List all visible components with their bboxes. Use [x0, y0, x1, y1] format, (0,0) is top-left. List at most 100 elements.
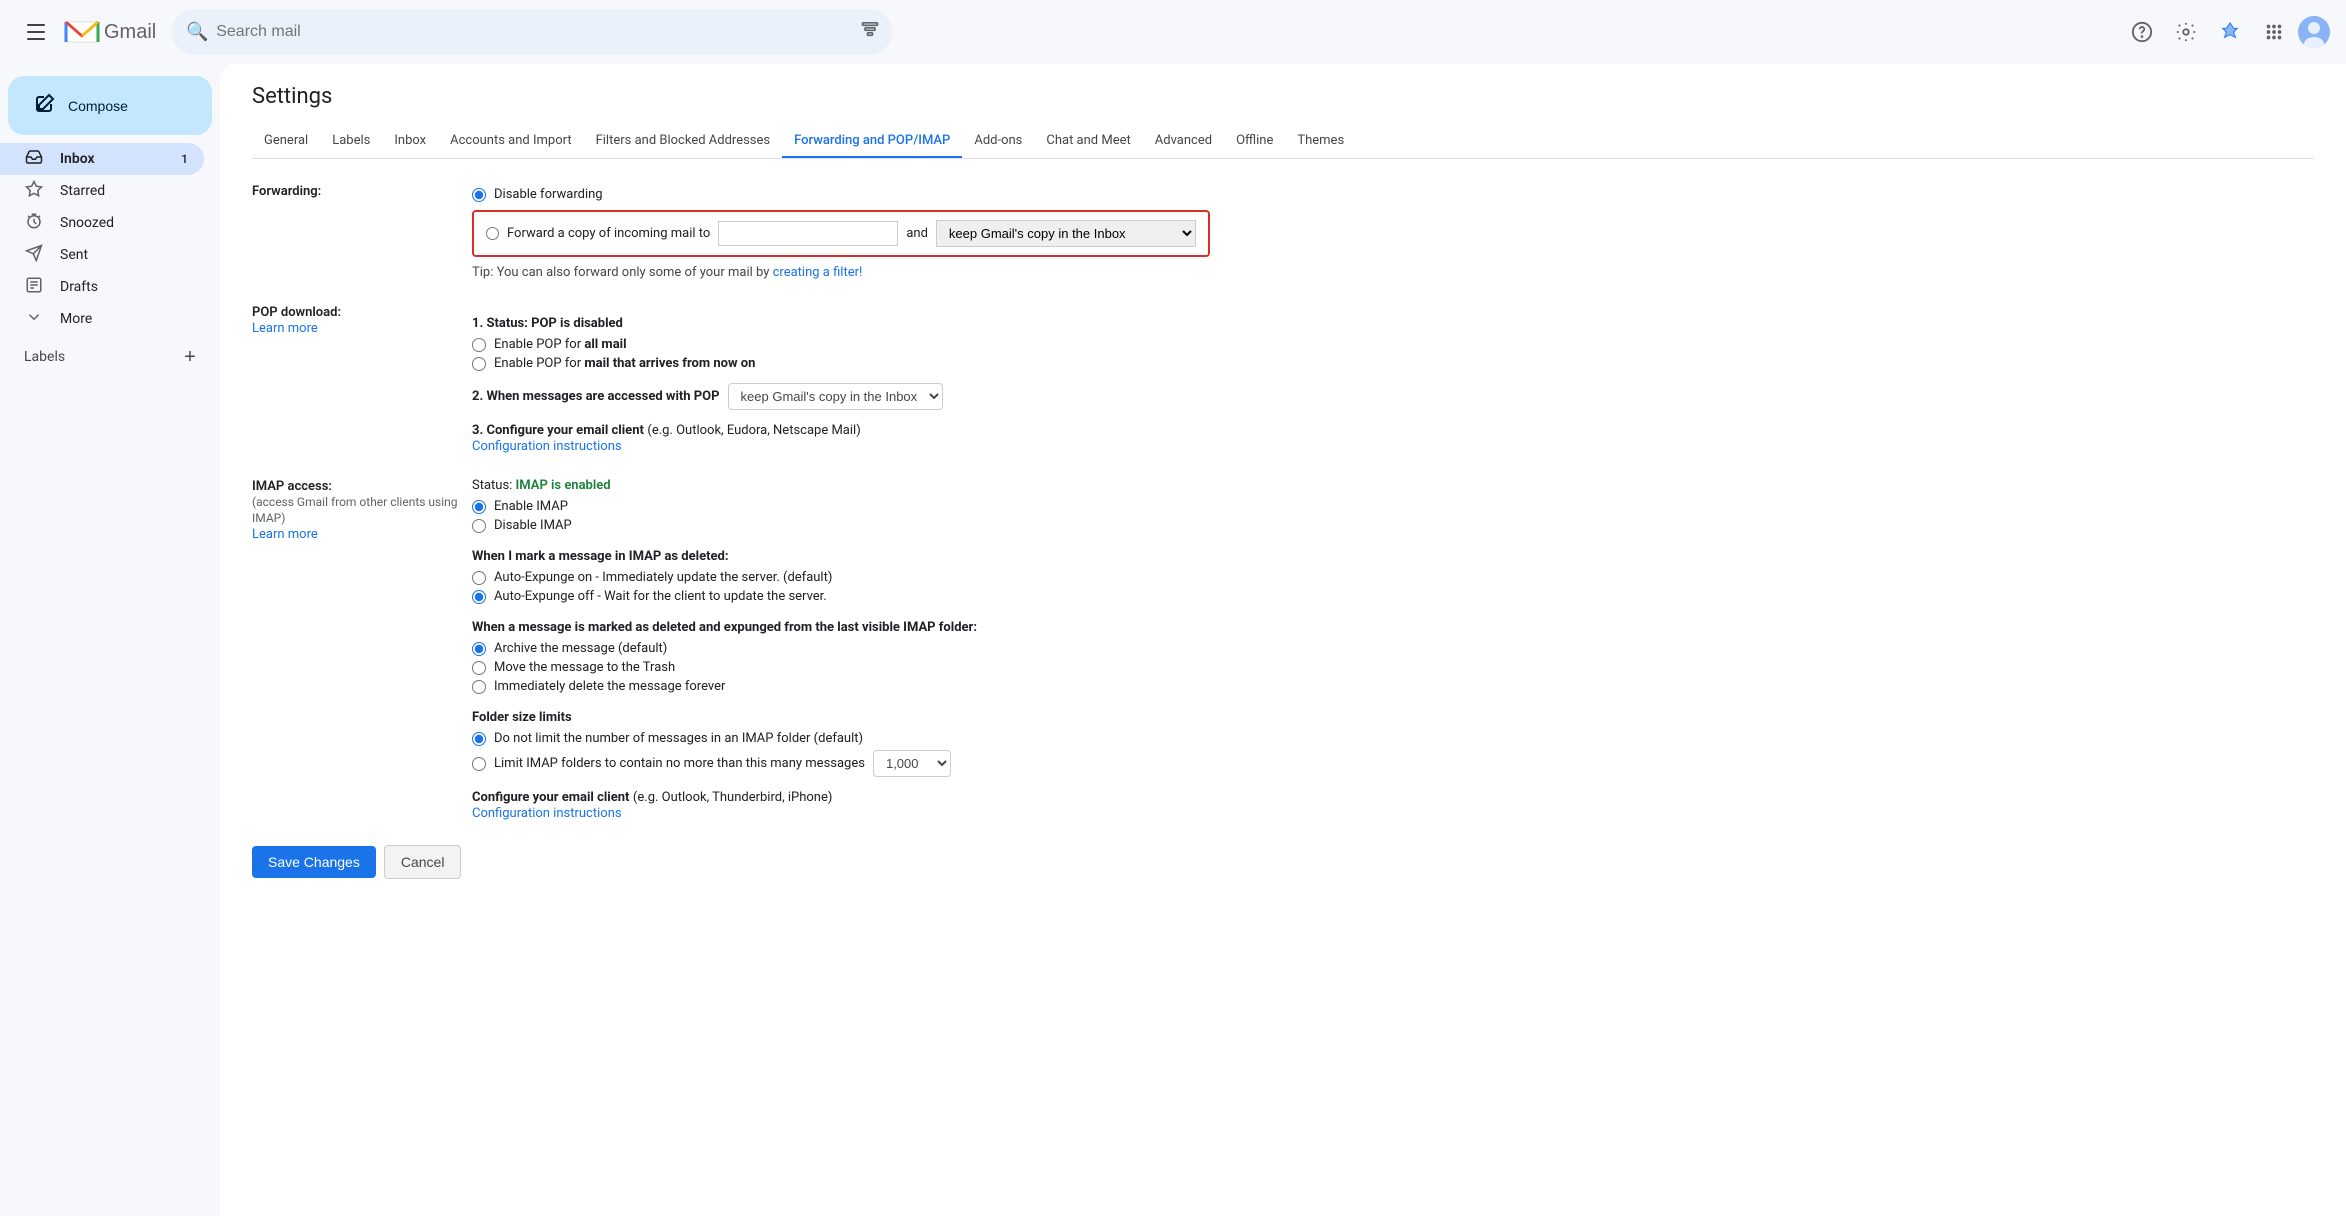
compose-label: Compose [68, 98, 128, 114]
pop-enable-all-label: Enable POP for all mail [494, 337, 627, 352]
sidebar-item-more[interactable]: More [0, 303, 204, 335]
assistant-button[interactable] [2210, 12, 2250, 52]
imap-controls: Status: IMAP is enabled Enable IMAP Disa… [472, 478, 2314, 821]
gmail-logo: Gmail [64, 18, 156, 46]
labels-header: Labels + [0, 335, 220, 375]
imap-enable-option: Enable IMAP [472, 499, 2314, 514]
tab-themes[interactable]: Themes [1285, 125, 1356, 159]
pop-config-link[interactable]: Configuration instructions [472, 439, 622, 454]
inbox-badge: 1 [181, 152, 188, 166]
labels-title: Labels [24, 349, 65, 365]
sidebar-item-snoozed[interactable]: Snoozed [0, 207, 204, 239]
compose-icon [32, 92, 56, 119]
imap-limit-select[interactable]: 1,000 2,000 5,000 10,000 [873, 750, 951, 777]
disable-forwarding-option: Disable forwarding [472, 187, 2314, 202]
forwarding-label-col: Forwarding: [252, 183, 472, 280]
imap-archive-label: Archive the message (default) [494, 641, 667, 656]
tab-addons[interactable]: Add-ons [962, 125, 1034, 159]
pop-learn-more-link[interactable]: Learn more [252, 321, 318, 336]
imap-disable-label: Disable IMAP [494, 518, 572, 533]
imap-label: IMAP access: [252, 479, 332, 494]
imap-enable-radio[interactable] [472, 500, 486, 514]
top-bar: Gmail 🔍 [0, 0, 2346, 64]
add-label-button[interactable]: + [176, 343, 204, 371]
forwarding-label: Forwarding: [252, 184, 321, 199]
tab-offline[interactable]: Offline [1224, 125, 1285, 159]
tab-accounts[interactable]: Accounts and Import [438, 125, 583, 159]
imap-disable-option: Disable IMAP [472, 518, 2314, 533]
forward-copy-label: Forward a copy of incoming mail to [507, 226, 710, 241]
pop-enable-new-label: Enable POP for mail that arrives from no… [494, 356, 755, 371]
star-icon [24, 180, 44, 203]
tab-forwarding[interactable]: Forwarding and POP/IMAP [782, 125, 962, 159]
imap-folder-title: Folder size limits [472, 710, 2314, 725]
imap-deleted-title: When I mark a message in IMAP as deleted… [472, 549, 2314, 564]
buttons-row: Save Changes Cancel [252, 845, 2314, 911]
pop-when-accessed-select[interactable]: keep Gmail's copy in the Inbox archive G… [728, 383, 943, 410]
pop-enable-all-radio[interactable] [472, 338, 486, 352]
imap-delete-option: Immediately delete the message forever [472, 679, 2314, 694]
disable-forwarding-radio[interactable] [472, 188, 486, 202]
search-options-button[interactable] [860, 20, 880, 45]
clock-icon [24, 212, 44, 235]
sidebar-label-starred: Starred [60, 183, 188, 199]
imap-expunge-off-radio[interactable] [472, 590, 486, 604]
imap-label-col: IMAP access: (access Gmail from other cl… [252, 478, 472, 821]
forward-copy-box: Forward a copy of incoming mail to and k… [472, 210, 1210, 257]
imap-sublabel: (access Gmail from other clients using I… [252, 495, 458, 525]
tab-general[interactable]: General [252, 125, 320, 159]
imap-trash-label: Move the message to the Trash [494, 660, 675, 675]
tab-chat[interactable]: Chat and Meet [1034, 125, 1142, 159]
forward-copy-radio[interactable] [486, 227, 499, 240]
imap-delete-radio[interactable] [472, 680, 486, 694]
imap-limit-option: Limit IMAP folders to contain no more th… [472, 750, 2314, 777]
imap-expunge-on-radio[interactable] [472, 571, 486, 585]
imap-archive-radio[interactable] [472, 642, 486, 656]
settings-title: Settings [252, 84, 2314, 109]
pop-enable-new-radio[interactable] [472, 357, 486, 371]
creating-filter-link[interactable]: creating a filter! [773, 265, 863, 280]
imap-config-link[interactable]: Configuration instructions [472, 806, 622, 821]
tab-labels[interactable]: Labels [320, 125, 382, 159]
pop-when-accessed-label: 2. When messages are accessed with POP [472, 389, 720, 404]
tab-advanced[interactable]: Advanced [1143, 125, 1224, 159]
imap-no-limit-radio[interactable] [472, 732, 486, 746]
sidebar-item-sent[interactable]: Sent [0, 239, 204, 271]
imap-disable-radio[interactable] [472, 519, 486, 533]
sidebar-label-drafts: Drafts [60, 279, 188, 295]
sidebar-item-drafts[interactable]: Drafts [0, 271, 204, 303]
imap-status-row: Status: IMAP is enabled [472, 478, 2314, 493]
pop-label: POP download: [252, 305, 341, 320]
imap-learn-more-link[interactable]: Learn more [252, 527, 318, 542]
sidebar-item-starred[interactable]: Starred [0, 175, 204, 207]
pop-controls: 1. Status: POP is disabled Enable POP fo… [472, 304, 2314, 454]
avatar[interactable] [2298, 16, 2330, 48]
search-input[interactable] [172, 9, 892, 55]
imap-limit-radio[interactable] [472, 757, 486, 771]
forwarding-row: Forwarding: Disable forwarding Forward a… [252, 183, 2314, 280]
sidebar-item-inbox[interactable]: Inbox 1 [0, 143, 204, 175]
settings-button[interactable] [2166, 12, 2206, 52]
imap-status-value: IMAP is enabled [516, 478, 611, 493]
pop-status-label: 1. Status: POP is disabled [472, 316, 2314, 331]
hamburger-button[interactable] [16, 12, 56, 52]
gmail-logo-text: Gmail [104, 21, 156, 44]
imap-expunge-on-option: Auto-Expunge on - Immediately update the… [472, 570, 2314, 585]
forward-action-select[interactable]: keep Gmail's copy in the Inbox archive G… [936, 220, 1196, 247]
imap-trash-radio[interactable] [472, 661, 486, 675]
cancel-button[interactable]: Cancel [384, 845, 462, 879]
tab-filters[interactable]: Filters and Blocked Addresses [584, 125, 783, 159]
forward-email-input[interactable] [718, 221, 898, 246]
help-button[interactable] [2122, 12, 2162, 52]
imap-trash-option: Move the message to the Trash [472, 660, 2314, 675]
send-icon [24, 244, 44, 267]
imap-expunged-title: When a message is marked as deleted and … [472, 620, 2314, 635]
pop-download-row: POP download: Learn more 1. Status: POP … [252, 304, 2314, 454]
apps-button[interactable] [2254, 12, 2294, 52]
pop-configure-desc: (e.g. Outlook, Eudora, Netscape Mail) [647, 423, 860, 438]
tab-inbox[interactable]: Inbox [382, 125, 438, 159]
compose-button[interactable]: Compose [8, 76, 212, 135]
save-changes-button[interactable]: Save Changes [252, 846, 376, 878]
imap-status-label: Status: [472, 478, 516, 493]
imap-configure-label: Configure your email client [472, 790, 629, 805]
